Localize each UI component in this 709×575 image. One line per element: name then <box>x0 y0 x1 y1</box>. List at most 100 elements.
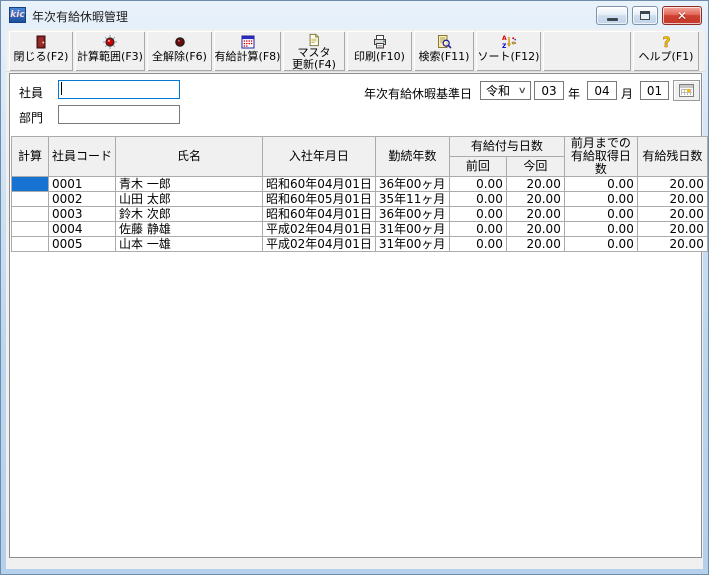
table-row: 0005 山本 一雄 平成02年04月01日 31年00ヶ月 0.00 20.0… <box>12 237 708 252</box>
help-icon: ? <box>658 33 674 51</box>
col-header-remaining[interactable]: 有給残日数 <box>637 137 707 177</box>
remaining-cell[interactable]: 20.00 <box>637 207 707 222</box>
text-caret <box>61 82 62 95</box>
day-input[interactable] <box>640 81 669 100</box>
help-button[interactable]: ? ヘルプ(F1) <box>633 31 699 71</box>
remaining-cell[interactable]: 20.00 <box>637 237 707 252</box>
current-cell[interactable]: 20.00 <box>506 222 564 237</box>
toolbar-label: ソート(F12) <box>478 51 540 63</box>
years-cell[interactable]: 36年00ヶ月 <box>375 207 449 222</box>
taken-cell[interactable]: 0.00 <box>564 222 637 237</box>
name-cell[interactable]: 山本 一雄 <box>116 237 263 252</box>
toolbar-label: ヘルプ(F1) <box>639 51 694 63</box>
toolbar-label: 計算範囲(F3) <box>77 51 143 63</box>
name-cell[interactable]: 山田 太郎 <box>116 192 263 207</box>
prev-cell[interactable]: 0.00 <box>449 222 506 237</box>
col-header-name[interactable]: 氏名 <box>116 137 263 177</box>
minimize-button[interactable] <box>596 6 628 25</box>
prev-cell[interactable]: 0.00 <box>449 237 506 252</box>
table-row: 0002 山田 太郎 昭和60年05月01日 35年11ヶ月 0.00 20.0… <box>12 192 708 207</box>
taken-cell[interactable]: 0.00 <box>564 207 637 222</box>
toolbar-label: マスタ 更新(F4) <box>292 47 336 71</box>
calc-cell[interactable] <box>12 207 49 222</box>
col-header-grant-group[interactable]: 有給付与日数 <box>449 137 564 157</box>
master-update-icon <box>307 33 321 47</box>
col-header-code[interactable]: 社員コード <box>49 137 116 177</box>
hire-date-cell[interactable]: 平成02年04月01日 <box>263 222 376 237</box>
search-button[interactable]: 検索(F11) <box>414 31 474 71</box>
code-cell[interactable]: 0002 <box>49 192 116 207</box>
department-label: 部門 <box>19 109 43 126</box>
calc-cell-selected[interactable] <box>12 177 49 192</box>
toolbar-label: 有給計算(F8) <box>215 51 281 63</box>
remaining-cell[interactable]: 20.00 <box>637 222 707 237</box>
master-update-button[interactable]: マスタ 更新(F4) <box>283 31 345 71</box>
code-cell[interactable]: 0005 <box>49 237 116 252</box>
taken-cell[interactable]: 0.00 <box>564 237 637 252</box>
clear-all-button[interactable]: 全解除(F6) <box>147 31 212 71</box>
hire-date-cell[interactable]: 昭和60年04月01日 <box>263 177 376 192</box>
maximize-button[interactable] <box>632 6 658 25</box>
era-value: 令和 <box>486 82 510 99</box>
remaining-cell[interactable]: 20.00 <box>637 192 707 207</box>
titlebar: kic 年次有給休暇管理 ✕ <box>1 1 708 29</box>
years-cell[interactable]: 31年00ヶ月 <box>375 237 449 252</box>
window-controls: ✕ <box>596 6 702 25</box>
name-cell[interactable]: 鈴木 次郎 <box>116 207 263 222</box>
year-unit-label: 年 <box>568 85 580 102</box>
department-input[interactable] <box>58 105 180 124</box>
close-button[interactable]: ✕ <box>662 6 702 25</box>
year-input[interactable] <box>534 81 564 100</box>
current-cell[interactable]: 20.00 <box>506 177 564 192</box>
code-cell[interactable]: 0004 <box>49 222 116 237</box>
chevron-down-icon: ∨ <box>518 86 527 96</box>
toolbar-spacer <box>543 31 631 71</box>
hire-date-cell[interactable]: 昭和60年04月01日 <box>263 207 376 222</box>
calc-cell[interactable] <box>12 237 49 252</box>
col-header-prev[interactable]: 前回 <box>449 157 506 177</box>
close-form-button[interactable]: 閉じる(F2) <box>9 31 73 71</box>
app-window: kic 年次有給休暇管理 ✕ 閉じる(F2) 計算範囲(F3) 全解除(F <box>0 0 709 575</box>
era-dropdown[interactable]: 令和 ∨ <box>480 81 531 100</box>
paid-leave-calc-button[interactable]: 有給計算(F8) <box>214 31 281 71</box>
svg-text:A: A <box>502 35 507 42</box>
calc-range-button[interactable]: 計算範囲(F3) <box>75 31 145 71</box>
app-logo-text: kic <box>10 10 24 20</box>
taken-cell[interactable]: 0.00 <box>564 177 637 192</box>
calc-cell[interactable] <box>12 192 49 207</box>
years-cell[interactable]: 36年00ヶ月 <box>375 177 449 192</box>
current-cell[interactable]: 20.00 <box>506 237 564 252</box>
prev-cell[interactable]: 0.00 <box>449 207 506 222</box>
years-cell[interactable]: 35年11ヶ月 <box>375 192 449 207</box>
prev-cell[interactable]: 0.00 <box>449 177 506 192</box>
remaining-cell[interactable]: 20.00 <box>637 177 707 192</box>
sort-button[interactable]: AZ ソート(F12) <box>476 31 541 71</box>
hire-date-cell[interactable]: 平成02年04月01日 <box>263 237 376 252</box>
hire-date-cell[interactable]: 昭和60年05月01日 <box>263 192 376 207</box>
name-cell[interactable]: 佐藤 静雄 <box>116 222 263 237</box>
calc-cell[interactable] <box>12 222 49 237</box>
col-header-years[interactable]: 勤続年数 <box>375 137 449 177</box>
col-header-taken[interactable]: 前月までの 有給取得日数 <box>564 137 637 177</box>
month-input[interactable] <box>587 81 617 100</box>
print-button[interactable]: 印刷(F10) <box>347 31 412 71</box>
toolbar-label: 検索(F11) <box>419 51 470 63</box>
calendar-picker-button[interactable] <box>673 80 700 101</box>
prev-cell[interactable]: 0.00 <box>449 192 506 207</box>
years-cell[interactable]: 31年00ヶ月 <box>375 222 449 237</box>
col-header-hire-date[interactable]: 入社年月日 <box>263 137 376 177</box>
svg-text:?: ? <box>663 35 671 50</box>
employee-input[interactable] <box>58 80 180 99</box>
code-cell[interactable]: 0001 <box>49 177 116 192</box>
taken-cell[interactable]: 0.00 <box>564 192 637 207</box>
col-header-current[interactable]: 今回 <box>506 157 564 177</box>
table-row: 0001 青木 一郎 昭和60年04月01日 36年00ヶ月 0.00 20.0… <box>12 177 708 192</box>
current-cell[interactable]: 20.00 <box>506 207 564 222</box>
name-cell[interactable]: 青木 一郎 <box>116 177 263 192</box>
toolbar-label: 閉じる(F2) <box>14 51 69 63</box>
search-icon <box>436 33 452 51</box>
code-cell[interactable]: 0003 <box>49 207 116 222</box>
window-title: 年次有給休暇管理 <box>32 8 128 25</box>
current-cell[interactable]: 20.00 <box>506 192 564 207</box>
col-header-calc[interactable]: 計算 <box>12 137 49 177</box>
